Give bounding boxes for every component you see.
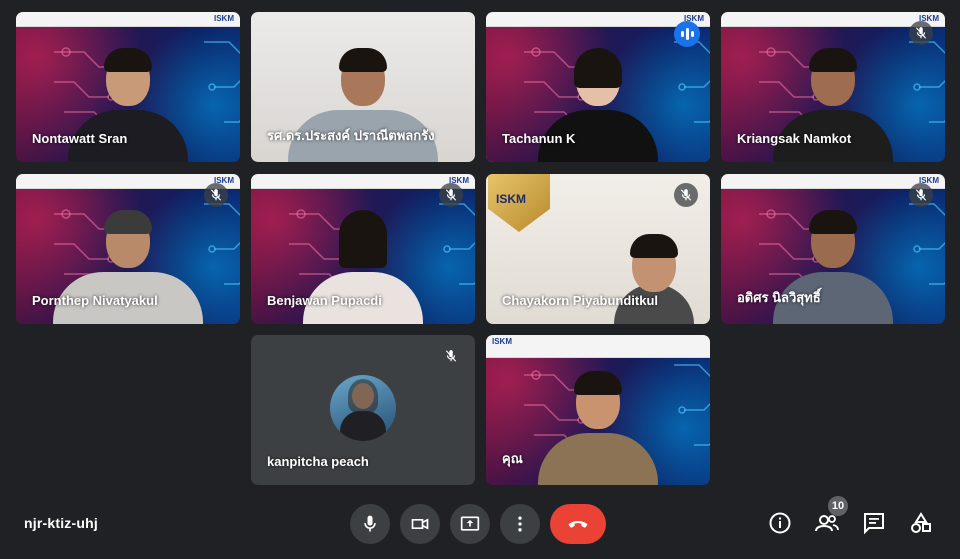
event-banner: ISKM [16, 12, 240, 27]
participant-name: Pornthep Nivatyakul [32, 293, 158, 308]
camera-button[interactable] [400, 504, 440, 544]
participant-tile[interactable]: รศ.ดร.ประสงค์ ปราณีตพลกรัง [251, 12, 475, 162]
participant-avatar [330, 375, 396, 441]
more-options-icon [518, 516, 522, 532]
meeting-code: njr-ktiz-uhj [24, 515, 98, 531]
end-call-icon [568, 521, 588, 528]
meeting-details-button[interactable] [765, 508, 795, 538]
event-banner: ISKM [486, 335, 710, 358]
chat-icon [864, 513, 884, 535]
participant-tile[interactable]: ISKM Benjawan Pupacdi [251, 174, 475, 324]
present-screen-button[interactable] [450, 504, 490, 544]
participant-name: รศ.ดร.ประสงค์ ปราณีตพลกรัง [267, 128, 435, 143]
participant-video [538, 371, 658, 485]
participant-tile[interactable]: ISKM Kriangsak Namkot [721, 12, 945, 162]
activities-icon [911, 512, 931, 533]
microphone-button[interactable] [350, 504, 390, 544]
banner-logo: ISKM [214, 14, 234, 23]
end-call-button[interactable] [550, 504, 606, 544]
present-screen-icon [460, 516, 480, 531]
participant-name: อดิศร นิลวิสุทธิ์ [737, 290, 821, 305]
participant-name: Tachanun K [502, 131, 576, 146]
self-view-tile[interactable]: ISKM คุณ [486, 335, 710, 485]
participant-name: kanpitcha peach [267, 454, 369, 469]
chat-button[interactable] [859, 508, 889, 538]
participant-tile-active-speaker[interactable]: ISKM Tachanun K [486, 12, 710, 162]
more-options-button[interactable] [500, 504, 540, 544]
participant-tile[interactable]: ISKM Pornthep Nivatyakul [16, 174, 240, 324]
participant-tile[interactable]: ISKM Nontawatt Sran [16, 12, 240, 162]
banner-logo: ISKM [492, 337, 512, 346]
activities-button[interactable] [906, 508, 936, 538]
participant-count-badge: 10 [828, 496, 848, 516]
microphone-icon [364, 515, 376, 532]
participant-video [614, 234, 694, 324]
camera-icon [411, 518, 429, 530]
participant-name: Chayakorn Piyabunditkul [502, 293, 659, 308]
microphone-muted-icon [909, 183, 933, 207]
microphone-muted-icon [439, 183, 463, 207]
participant-name: คุณ [502, 451, 523, 466]
microphone-muted-icon [909, 21, 933, 45]
participant-tile[interactable]: ISKM Chayakorn Piyabunditkul [486, 174, 710, 324]
speaking-indicator-icon [674, 21, 700, 47]
meeting-controls-bar: njr-ktiz-uhj 10 [0, 492, 960, 559]
microphone-muted-icon [439, 344, 463, 368]
info-icon [769, 512, 791, 534]
participant-name: Kriangsak Namkot [737, 131, 852, 146]
participant-name: Benjawan Pupacdi [267, 293, 382, 308]
participant-name: Nontawatt Sran [32, 131, 128, 146]
microphone-muted-icon [674, 183, 698, 207]
participant-tile[interactable]: kanpitcha peach [251, 335, 475, 485]
microphone-muted-icon [204, 183, 228, 207]
participant-tile[interactable]: ISKM อดิศร นิลวิสุทธิ์ [721, 174, 945, 324]
